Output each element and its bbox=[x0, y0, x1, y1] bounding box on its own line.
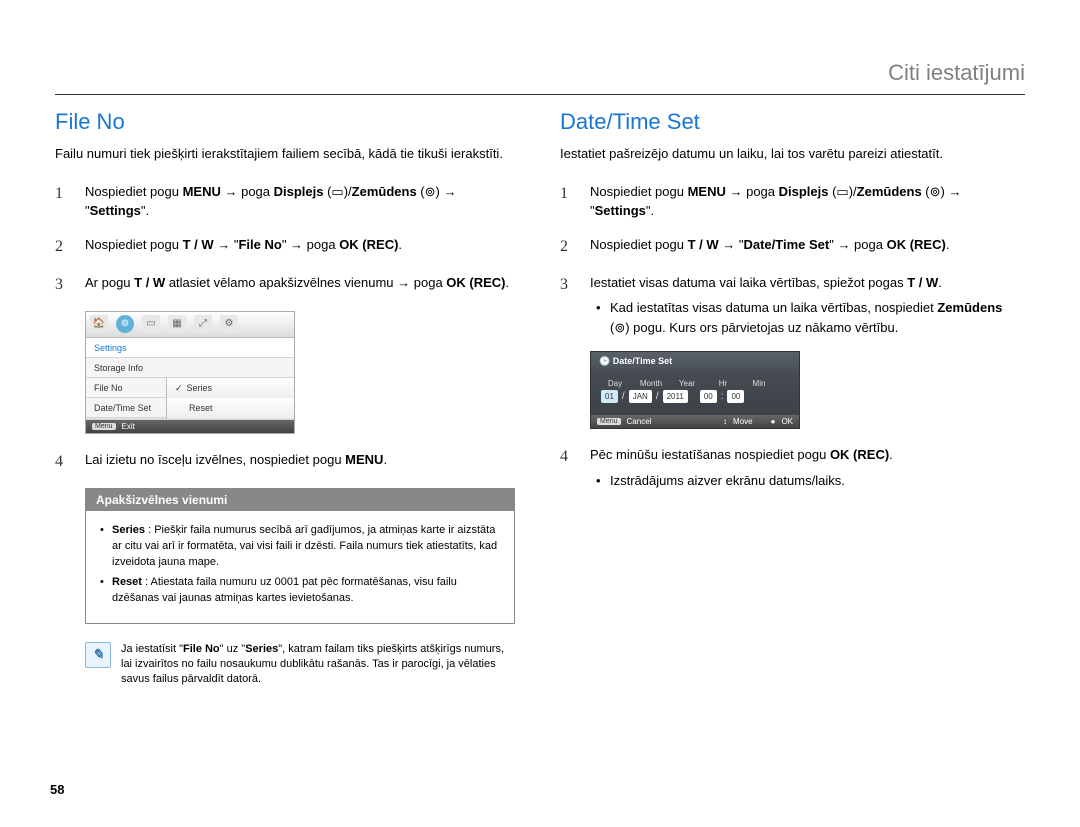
clock-icon: 🕒 bbox=[599, 356, 610, 366]
val-hr: 00 bbox=[700, 390, 717, 403]
val-year: 2011 bbox=[663, 390, 688, 403]
footer-ok: OK bbox=[781, 417, 793, 426]
step-3: 3 Ar pogu T / W atlasiet vēlamo apakšizv… bbox=[55, 273, 520, 297]
tab-icon: ⚙ bbox=[220, 315, 238, 333]
intro-file-no: Failu numuri tiek piešķirti ierakstītaji… bbox=[55, 145, 520, 164]
footer-cancel: Cancel bbox=[627, 417, 652, 426]
submenu-items-box: Apakšizvēlnes vienumi • Series : Piešķir… bbox=[85, 488, 515, 624]
tab-icon: ▦ bbox=[168, 315, 186, 333]
intro-datetime: Iestatiet pašreizējo datumu un laiku, la… bbox=[560, 145, 1025, 164]
ui-screenshot-file-no: 🏠 ⊚ ▭ ▦ ⤢ ⚙ Settings Storage Info File N… bbox=[85, 311, 295, 434]
menu-row-settings: Settings bbox=[86, 338, 294, 358]
step-number: 4 bbox=[55, 450, 71, 474]
val-day: 01 bbox=[601, 390, 618, 403]
step-2: 2 Nospiediet pogu T / W → "Date/Time Set… bbox=[560, 235, 1025, 259]
step-number: 2 bbox=[55, 235, 71, 259]
step-number: 3 bbox=[560, 273, 576, 338]
tab-icon-active: ⊚ bbox=[116, 315, 134, 333]
step-number: 1 bbox=[55, 182, 71, 221]
step-number: 4 bbox=[560, 445, 576, 490]
label-day: Day bbox=[601, 379, 629, 388]
step-4: 4 Pēc minūšu iestatīšanas nospiediet pog… bbox=[560, 445, 1025, 490]
ui-screenshot-datetime: 🕒 Date/Time Set Day Month Year Hr Min 01… bbox=[590, 351, 800, 429]
page-number: 58 bbox=[50, 782, 64, 797]
menu-row-fileno: File No bbox=[86, 378, 166, 398]
step-number: 3 bbox=[55, 273, 71, 297]
tab-icon: ⤢ bbox=[194, 315, 212, 333]
step-1: 1 Nospiediet pogu MENU → poga Displejs (… bbox=[560, 182, 1025, 221]
tab-icon: 🏠 bbox=[90, 315, 108, 333]
note-icon: ✎ bbox=[85, 642, 111, 668]
label-hr: Hr bbox=[709, 379, 737, 388]
submenu-box-title: Apakšizvēlnes vienumi bbox=[86, 489, 514, 511]
ok-icon: ● bbox=[771, 417, 776, 426]
page-header: Citi iestatījumi bbox=[55, 60, 1025, 95]
step-number: 2 bbox=[560, 235, 576, 259]
step-3: 3 Iestatiet visas datuma vai laika vērtī… bbox=[560, 273, 1025, 338]
heading-file-no: File No bbox=[55, 109, 520, 135]
step-number: 1 bbox=[560, 182, 576, 221]
section-datetime: Date/Time Set Iestatiet pašreizējo datum… bbox=[560, 109, 1025, 688]
submenu-series: ✓Series bbox=[167, 378, 294, 398]
label-year: Year bbox=[673, 379, 701, 388]
submenu-reset: Reset bbox=[167, 398, 294, 418]
val-min: 00 bbox=[727, 390, 744, 403]
step-1: 1 Nospiediet pogu MENU → poga Displejs (… bbox=[55, 182, 520, 221]
footer-exit: Exit bbox=[122, 422, 135, 431]
tab-icon: ▭ bbox=[142, 315, 160, 333]
val-month: JAN bbox=[629, 390, 652, 403]
label-month: Month bbox=[637, 379, 665, 388]
move-icon: ↕ bbox=[723, 417, 727, 426]
footer-menu-icon: Menu bbox=[597, 418, 621, 425]
heading-datetime: Date/Time Set bbox=[560, 109, 1025, 135]
label-min: Min bbox=[745, 379, 773, 388]
footer-menu-icon: Menu bbox=[92, 423, 116, 430]
note-box: ✎ Ja iestatīsit "File No" uz "Series", k… bbox=[85, 642, 505, 688]
check-icon: ✓ bbox=[175, 378, 183, 398]
menu-row-datetime: Date/Time Set bbox=[86, 398, 166, 418]
step-2: 2 Nospiediet pogu T / W → "File No" → po… bbox=[55, 235, 520, 259]
menu-row-storage: Storage Info bbox=[86, 358, 294, 378]
section-file-no: File No Failu numuri tiek piešķirti iera… bbox=[55, 109, 520, 688]
step-4: 4 Lai izietu no īsceļu izvēlnes, nospied… bbox=[55, 450, 520, 474]
footer-move: Move bbox=[733, 417, 753, 426]
